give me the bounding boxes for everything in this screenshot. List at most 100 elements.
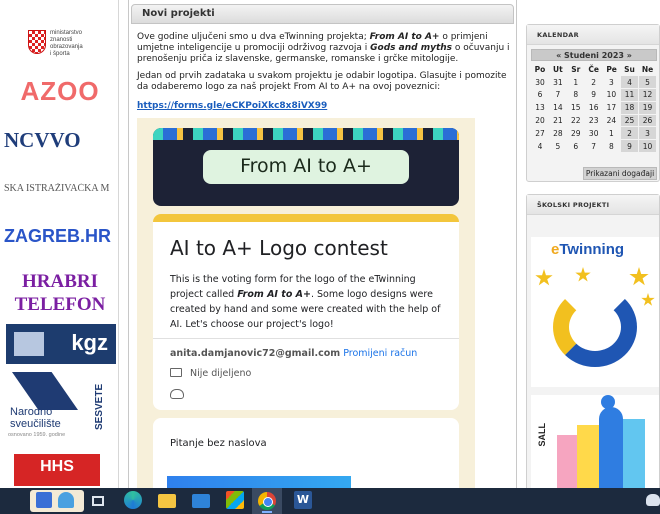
ministry-logo-link[interactable]: ministarstvo znanosti obrazovanja i špor… (4, 24, 116, 64)
banner-title: From AI to A+ (240, 155, 372, 177)
not-shared-row: Nije dijeljeno (170, 368, 251, 379)
calendar-day[interactable]: 8 (603, 140, 621, 153)
store-icon[interactable] (226, 491, 244, 509)
calendar-day[interactable]: 30 (531, 76, 549, 89)
calendar-day[interactable]: 10 (603, 89, 621, 102)
calendar-day[interactable]: 26 (638, 113, 657, 128)
calendar-day[interactable]: 6 (567, 140, 585, 153)
calendar-day[interactable]: 16 (585, 101, 603, 114)
active-indicator (262, 511, 272, 513)
azoo-logo-link[interactable]: AZOO (4, 76, 116, 110)
edge-browser-icon[interactable] (124, 491, 142, 509)
calendar-day[interactable]: 12 (638, 88, 657, 102)
calendar-day[interactable]: 9 (620, 139, 639, 154)
calendar-day[interactable]: 5 (638, 75, 657, 90)
month-navigator[interactable]: « Studeni 2023 » (531, 49, 657, 61)
file-explorer-icon[interactable] (158, 494, 176, 508)
form-banner-image: From AI to A+ (153, 128, 459, 206)
calendar-day[interactable]: 4 (620, 75, 639, 90)
weekday-label: Sr (571, 64, 581, 74)
kgz-logo-text: kgz (71, 330, 108, 355)
calendar-day[interactable]: 14 (549, 101, 567, 114)
calendar-day[interactable]: 17 (603, 101, 621, 114)
calendar-day[interactable]: 23 (585, 114, 603, 127)
calendar-day[interactable]: 31 (549, 76, 567, 89)
croatian-coat-of-arms-icon (28, 30, 46, 54)
pinned-apps-icon[interactable] (30, 490, 84, 512)
calendar-day[interactable]: 2 (620, 126, 639, 141)
calendar-day[interactable]: 27 (531, 127, 549, 140)
calendar-day[interactable]: 28 (549, 127, 567, 140)
question-card: Pitanje bez naslova (153, 418, 459, 488)
sall-logo-link[interactable]: SALL (531, 395, 659, 488)
etwinning-label: eTwinning (551, 241, 624, 258)
form-title: AI to A+ Logo contest (170, 236, 388, 260)
calendar-day[interactable]: 1 (603, 127, 621, 140)
calendar-day[interactable]: 7 (585, 140, 603, 153)
calendar-day[interactable]: 4 (531, 140, 549, 153)
calendar-day[interactable]: 18 (620, 100, 639, 115)
project-name-gods: Gods and myths (370, 43, 453, 53)
windows-taskbar: W (0, 488, 660, 514)
hrabri-telefon-logo-link[interactable]: HRABRI TELEFON (4, 270, 116, 320)
calendar-day[interactable]: 30 (585, 127, 603, 140)
chrome-logo-icon (258, 492, 276, 510)
calendar-week-row: 27 28 29 30 1 2 3 (531, 126, 657, 141)
zagreb-logo-link[interactable]: ZAGREB.HR (4, 226, 116, 250)
calendar-day[interactable]: 3 (603, 76, 621, 89)
mail-slash-icon (170, 368, 182, 377)
weekday-row: Po Ut Sr Če Pe Su Ne (531, 63, 657, 76)
weekday-label: Pe (606, 64, 617, 74)
kgz-logo-link[interactable]: kgz (6, 324, 116, 364)
calendar-day[interactable]: 7 (549, 89, 567, 102)
embedded-google-form: From AI to A+ AI to A+ Logo contest This… (137, 118, 475, 488)
calendar-day[interactable]: 5 (549, 140, 567, 153)
show-events-button[interactable]: Prikazani događaji (583, 167, 657, 180)
nsv-vertical-text: SESVETE (94, 383, 105, 430)
calendar-title: KALENDAR (537, 31, 579, 39)
calendar-grid: Po Ut Sr Če Pe Su Ne 30 31 1 2 3 4 5 6 7 8 9 10 11 12 13 14 15… (531, 63, 657, 154)
calendar-day[interactable]: 11 (620, 88, 639, 102)
calendar-panel: KALENDAR « Studeni 2023 » Po Ut Sr Če Pe Su Ne… (526, 24, 660, 182)
task-view-icon[interactable] (92, 496, 104, 506)
calendar-day[interactable]: 29 (567, 127, 585, 140)
word-icon[interactable]: W (294, 491, 312, 509)
calendar-day[interactable]: 3 (638, 126, 657, 141)
calendar-day[interactable]: 10 (638, 139, 657, 154)
voting-form-link[interactable]: https://forms.gle/eCKPoiXkc8x8iVX99 (137, 101, 327, 111)
calendar-day[interactable]: 9 (585, 89, 603, 102)
intro-paragraph: Ove godine uljučeni smo u dva eTwinning … (137, 32, 511, 65)
chrome-browser-icon[interactable] (252, 488, 282, 514)
calendar-day[interactable]: 20 (531, 114, 549, 127)
calendar-day[interactable]: 13 (531, 101, 549, 114)
calendar-day[interactable]: 21 (549, 114, 567, 127)
calendar-day[interactable]: 19 (638, 100, 657, 115)
weather-icon[interactable] (646, 494, 660, 506)
vote-paragraph: Jedan od prvih zadataka u svakom projekt… (137, 71, 507, 92)
calendar-day[interactable]: 8 (567, 89, 585, 102)
account-row: anita.damjanovic72@gmail.com Promijeni r… (170, 348, 417, 359)
etwinning-figures-icon (553, 287, 637, 367)
calendar-day[interactable]: 25 (620, 113, 639, 128)
weekday-label: Če (588, 64, 599, 74)
mail-icon[interactable] (192, 494, 210, 508)
intro-text-1: Ove godine uljučeni smo u dva eTwinning … (137, 32, 370, 42)
calendar-day[interactable]: 15 (567, 101, 585, 114)
hhs-logo-link[interactable]: HHS (14, 454, 100, 486)
calendar-day[interactable]: 6 (531, 89, 549, 102)
banner-pattern (153, 128, 459, 140)
calendar-day[interactable]: 24 (603, 114, 621, 127)
calendar-day[interactable]: 22 (567, 114, 585, 127)
ncvvo-logo-link[interactable]: NCVVO (4, 128, 116, 158)
narodno-sveuciliste-logo-link[interactable]: SESVETE Narodno sveučilište osnovano 195… (8, 370, 112, 442)
calendar-day[interactable]: 2 (585, 76, 603, 89)
calendar-day[interactable]: 1 (567, 76, 585, 89)
question-image (167, 476, 351, 488)
research-station-logo-link[interactable]: SKA ISTRAŽIVAČKA M (4, 183, 116, 199)
etwinning-logo-link[interactable]: eTwinning (531, 237, 659, 387)
question-title: Pitanje bez naslova (170, 438, 267, 449)
school-projects-panel: ŠKOLSKI PROJEKTI eTwinning SALL (526, 194, 660, 488)
switch-account-link[interactable]: Promijeni račun (343, 348, 417, 359)
star-icon (575, 267, 591, 282)
form-desc-project: From AI to A+ (237, 289, 311, 300)
